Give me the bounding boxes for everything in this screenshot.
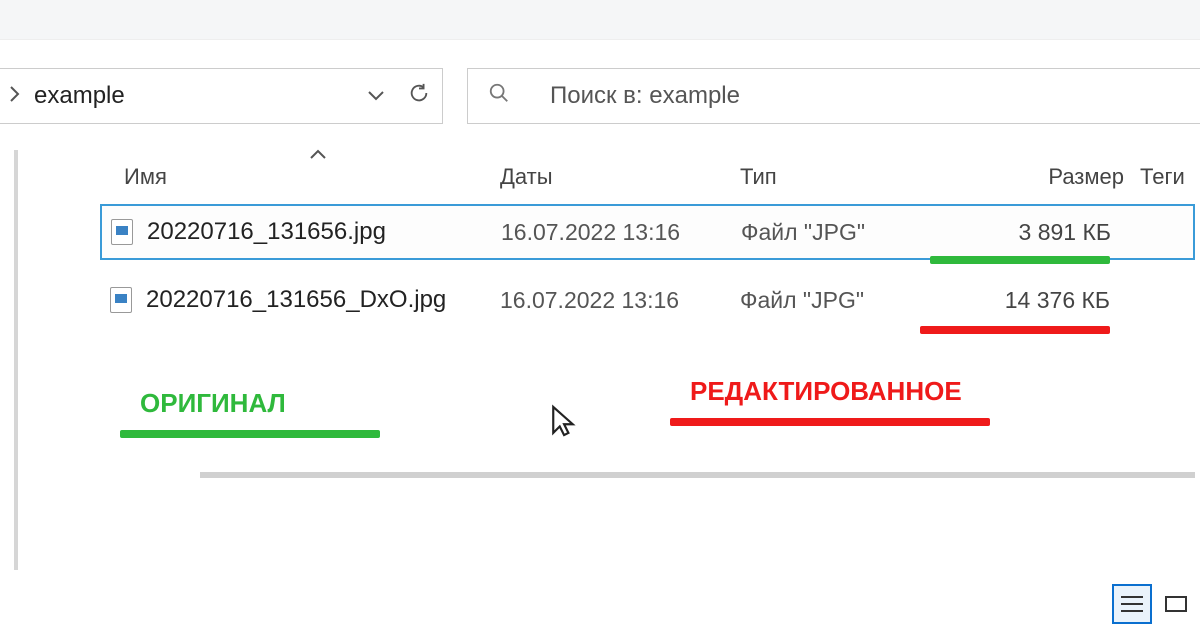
column-header-name[interactable]: Имя <box>100 164 500 190</box>
file-type: Файл "JPG" <box>741 219 961 246</box>
annotation-original-underline <box>120 430 380 438</box>
file-type: Файл "JPG" <box>740 287 960 314</box>
breadcrumb-bar[interactable]: example <box>0 68 443 124</box>
annotation-edited-label: РЕДАКТИРОВАННОЕ <box>690 376 962 407</box>
navigation-row: example Поиск в: example <box>0 60 1200 132</box>
details-view-button[interactable] <box>1112 584 1152 624</box>
cursor-icon <box>550 404 576 444</box>
thumbnail-view-icon <box>1165 596 1187 612</box>
column-header-row: Имя Даты Тип Размер Теги <box>100 150 1200 204</box>
annotation-underline-red <box>920 326 1110 334</box>
sort-ascending-icon[interactable] <box>310 146 326 162</box>
content-area: Имя Даты Тип Размер Теги 20220716_131656… <box>0 150 1200 570</box>
window-toolbar <box>0 0 1200 40</box>
jpg-file-icon <box>111 219 133 245</box>
file-row[interactable]: 20220716_131656.jpg 16.07.2022 13:16 Фай… <box>100 204 1195 260</box>
file-date: 16.07.2022 13:16 <box>500 287 740 314</box>
column-header-date[interactable]: Даты <box>500 164 740 190</box>
chevron-right-icon <box>10 86 20 107</box>
list-view-icon <box>1121 596 1143 612</box>
file-date: 16.07.2022 13:16 <box>501 219 741 246</box>
annotation-underline-green <box>930 256 1110 264</box>
view-mode-controls <box>1112 584 1196 624</box>
column-header-type[interactable]: Тип <box>740 164 960 190</box>
file-list-panel: Имя Даты Тип Размер Теги 20220716_131656… <box>50 150 1200 570</box>
file-size: 3 891 КБ <box>961 219 1141 246</box>
annotation-original-label: ОРИГИНАЛ <box>140 388 286 419</box>
file-size: 14 376 КБ <box>960 287 1140 314</box>
horizontal-scrollbar[interactable] <box>200 472 1195 478</box>
column-header-tags[interactable]: Теги <box>1140 164 1200 190</box>
search-placeholder: Поиск в: example <box>550 82 740 110</box>
refresh-icon[interactable] <box>408 82 430 110</box>
annotation-edited-underline <box>670 418 990 426</box>
jpg-file-icon <box>110 287 132 313</box>
file-name: 20220716_131656.jpg <box>147 218 386 246</box>
thumbnails-view-button[interactable] <box>1156 584 1196 624</box>
breadcrumb-current[interactable]: example <box>34 82 368 110</box>
left-sidebar-scrollbar[interactable] <box>14 150 50 570</box>
file-row[interactable]: 20220716_131656_DxO.jpg 16.07.2022 13:16… <box>100 272 1195 328</box>
chevron-down-icon[interactable] <box>368 88 384 105</box>
search-icon <box>488 82 510 110</box>
search-box[interactable]: Поиск в: example <box>467 68 1200 124</box>
column-header-size[interactable]: Размер <box>960 164 1140 190</box>
file-name: 20220716_131656_DxO.jpg <box>146 286 446 314</box>
annotation-row: ОРИГИНАЛ РЕДАКТИРОВАННОЕ <box>100 388 1200 478</box>
